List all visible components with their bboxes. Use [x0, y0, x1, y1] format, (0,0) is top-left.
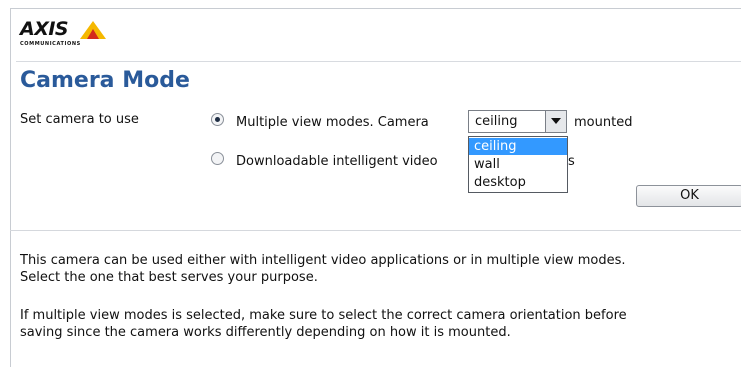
dropdown-option-wall[interactable]: wall — [469, 156, 567, 173]
help-text-line: If multiple view modes is selected, make… — [20, 308, 627, 323]
logo-wordmark: AXIS — [20, 18, 69, 40]
dropdown-option-ceiling[interactable]: ceiling — [469, 138, 567, 155]
help-text-line: This camera can be used either with inte… — [20, 253, 626, 268]
intelligent-video-label: Downloadable intelligent video — [236, 154, 438, 169]
header-divider — [16, 61, 741, 62]
intelligent-video-label-tail: s — [568, 154, 575, 169]
camera-mount-select[interactable]: ceiling — [468, 110, 567, 133]
page-title: Camera Mode — [20, 68, 190, 93]
chevron-down-icon[interactable] — [545, 111, 566, 132]
multiple-view-modes-label: Multiple view modes. Camera — [236, 115, 429, 130]
logo-subtitle: COMMUNICATIONS — [20, 41, 81, 47]
page-frame-left — [10, 8, 11, 367]
intelligent-video-radio[interactable] — [211, 152, 224, 165]
logo-triangle-icon — [80, 21, 106, 39]
dropdown-option-desktop[interactable]: desktop — [469, 174, 567, 191]
mounted-label: mounted — [574, 115, 633, 130]
multiple-view-modes-radio[interactable] — [211, 113, 224, 126]
camera-mount-dropdown[interactable]: ceiling wall desktop — [468, 136, 568, 193]
section-divider — [10, 230, 741, 231]
help-text-line: Select the one that best serves your pur… — [20, 270, 318, 285]
help-text-line: saving since the camera works differentl… — [20, 325, 511, 340]
ok-button[interactable]: OK — [636, 185, 741, 207]
camera-mount-select-value: ceiling — [475, 114, 518, 129]
page-frame-top — [10, 8, 741, 9]
set-camera-label: Set camera to use — [20, 112, 139, 127]
axis-logo: AXIS COMMUNICATIONS — [20, 18, 120, 52]
